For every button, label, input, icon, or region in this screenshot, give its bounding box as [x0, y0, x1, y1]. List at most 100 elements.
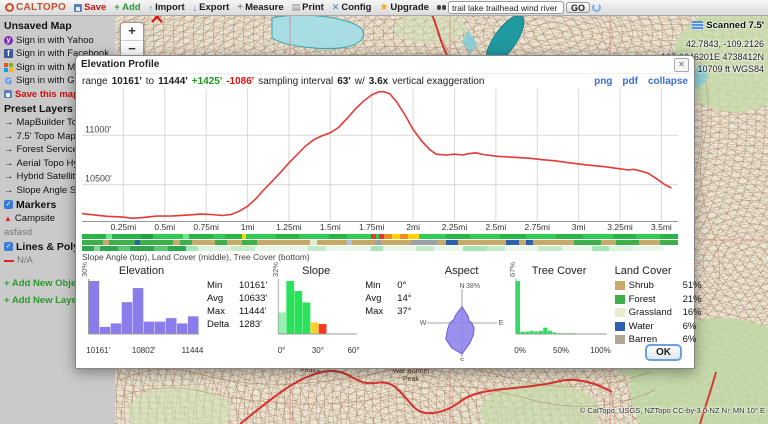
- range-word: range: [82, 76, 108, 87]
- checkbox-icon[interactable]: ✓: [4, 200, 13, 209]
- water-swatch: [614, 321, 625, 331]
- pdf-link[interactable]: pdf: [622, 76, 638, 87]
- zoom-in-button[interactable]: +: [121, 23, 143, 41]
- measure-button[interactable]: + Measure: [237, 2, 283, 13]
- layer-label: Hybrid Satellite: [16, 171, 81, 182]
- caltopo-logo-icon: [5, 3, 14, 12]
- import-button[interactable]: ↑ Import: [149, 2, 185, 13]
- slope-ymax-label: 32%: [271, 261, 281, 277]
- stat-row: Delta 1283': [207, 318, 267, 331]
- x-tick-label: 50%: [552, 346, 570, 355]
- legend-label: Grassland: [628, 307, 672, 318]
- google-icon: G: [4, 75, 12, 86]
- caltopo-logo[interactable]: CALTOPO: [5, 2, 66, 13]
- elevation-stats: Min 10161' Avg 10633' Max 11444' Delta 1283': [207, 279, 267, 356]
- upgrade-button[interactable]: ★ Upgrade: [379, 2, 429, 13]
- slope-strip: [82, 234, 678, 239]
- x-tick-label: 1.75mi: [358, 222, 385, 232]
- print-button[interactable]: ▤ Print: [292, 2, 324, 13]
- close-icon[interactable]: ✕: [674, 57, 689, 72]
- facebook-icon: f: [4, 49, 13, 58]
- x-tick-label: 100%: [590, 346, 611, 355]
- layer-label: 7.5' Topo Maps: [16, 130, 81, 142]
- land-panel-title: Land Cover: [614, 265, 672, 277]
- add-button[interactable]: + Add: [114, 2, 140, 13]
- stat-row: Max 37°: [365, 305, 411, 318]
- total-loss: -1086': [226, 76, 255, 87]
- x-tick-label: 2mi: [406, 222, 420, 232]
- stat-row: Max 11444': [207, 305, 267, 318]
- stat-value: 11444': [239, 306, 267, 317]
- collapse-link[interactable]: collapse: [648, 76, 688, 87]
- export-arrow-icon: ↓: [192, 2, 198, 13]
- signin-label: Sign in with Yahoo: [16, 34, 94, 46]
- slope-stats: Min 0° Avg 14° Max 37°: [365, 279, 411, 356]
- x-axis-labels: 0.25mi 0.5mi 0.75mi 1mi 1.25mi 1.5mi 1.75mi 2mi…: [82, 222, 678, 232]
- x-tick-label: 0.75mi: [193, 222, 219, 232]
- stat-label: Avg: [365, 293, 382, 304]
- line-icon: [4, 259, 14, 262]
- tree-cover-panel: Tree Cover 67% 0% 50% 100%: [508, 262, 611, 356]
- arrow-icon: →: [4, 171, 14, 182]
- shrub-swatch: [614, 281, 625, 291]
- slope-histogram: [278, 279, 358, 335]
- arrow-icon: →: [4, 157, 14, 169]
- aspect-rose-chart: N E S W 38%: [419, 283, 503, 365]
- legend-row: Shrub 51%: [614, 279, 702, 293]
- stat-label: Delta: [207, 319, 230, 330]
- tree-strip: [82, 246, 678, 251]
- svg-text:10500': 10500': [85, 174, 112, 184]
- legend-percent: 6%: [682, 334, 697, 345]
- stat-row: Avg 14°: [365, 292, 411, 305]
- base-layer-selector[interactable]: Scanned 7.5': [692, 20, 764, 31]
- elevation-profile-dialog: Elevation Profile ✕ range 10161' to 1144…: [75, 55, 702, 369]
- svg-text:38%: 38%: [466, 283, 480, 290]
- config-button[interactable]: ✕ Config: [332, 2, 372, 13]
- stat-row: Avg 10633': [207, 292, 267, 305]
- legend-row: Water 6%: [614, 320, 702, 334]
- elevation-histogram: [88, 279, 199, 335]
- loading-spinner-icon: [591, 3, 601, 12]
- dialog-title: Elevation Profile: [81, 59, 160, 70]
- legend-row: Forest 21%: [614, 293, 702, 307]
- barren-swatch: [614, 335, 625, 345]
- print-label: Print: [302, 2, 324, 13]
- map-label-war-bonnet-peak: War Bonnet Peak: [392, 368, 430, 383]
- save-button[interactable]: Save: [74, 2, 106, 13]
- png-link[interactable]: png: [594, 76, 612, 87]
- terrain-strips: [82, 234, 678, 251]
- ok-button[interactable]: OK: [645, 344, 682, 361]
- x-tick-label: 60°: [347, 346, 360, 355]
- stat-value: 10161': [239, 280, 268, 291]
- search-input[interactable]: [447, 1, 564, 14]
- land-cover-legend: Shrub 51% Forest 21% Grassland 16% Water 6% Barr…: [614, 279, 702, 347]
- grassland-swatch: [614, 308, 625, 318]
- range-max: 11444': [158, 76, 188, 87]
- arrow-icon: →: [4, 130, 14, 142]
- export-links: png pdf collapse: [594, 76, 688, 87]
- x-tick-label: 10161': [86, 346, 110, 355]
- land-cover-panel: Land Cover Shrub 51% Forest 21% Grassland 16%…: [614, 265, 702, 347]
- export-button[interactable]: ↓ Export: [193, 2, 230, 13]
- signin-yahoo[interactable]: y Sign in with Yahoo: [4, 35, 115, 46]
- yahoo-icon: y: [4, 35, 13, 45]
- binoculars-icon: [436, 5, 446, 10]
- go-button[interactable]: GO: [565, 2, 590, 13]
- svg-text:N: N: [459, 283, 464, 290]
- measure-cross-icon: +: [237, 2, 244, 13]
- x-tick-label: 0%: [514, 346, 526, 355]
- layer-label: Forest Service: [16, 144, 78, 155]
- x-tick-label: 3.25mi: [607, 222, 633, 232]
- svg-text:W: W: [420, 320, 427, 327]
- tree-ymax-label: 67%: [507, 261, 517, 277]
- caltopo-logo-text: CALTOPO: [16, 2, 67, 13]
- upgrade-label: Upgrade: [390, 2, 429, 13]
- vertical-exaggeration: 3.6x: [368, 76, 389, 87]
- slope-panel: Slope 32% 0° 30° 60° Min 0° Avg 14° Max 37°: [271, 262, 411, 356]
- campsite-icon: ▲: [4, 214, 12, 223]
- tree-cover-histogram: [514, 279, 607, 335]
- checkbox-icon[interactable]: ✓: [4, 242, 13, 251]
- layers-icon: [692, 21, 704, 30]
- save-label: Save: [84, 2, 107, 13]
- x-tick-label: 10802': [131, 346, 156, 355]
